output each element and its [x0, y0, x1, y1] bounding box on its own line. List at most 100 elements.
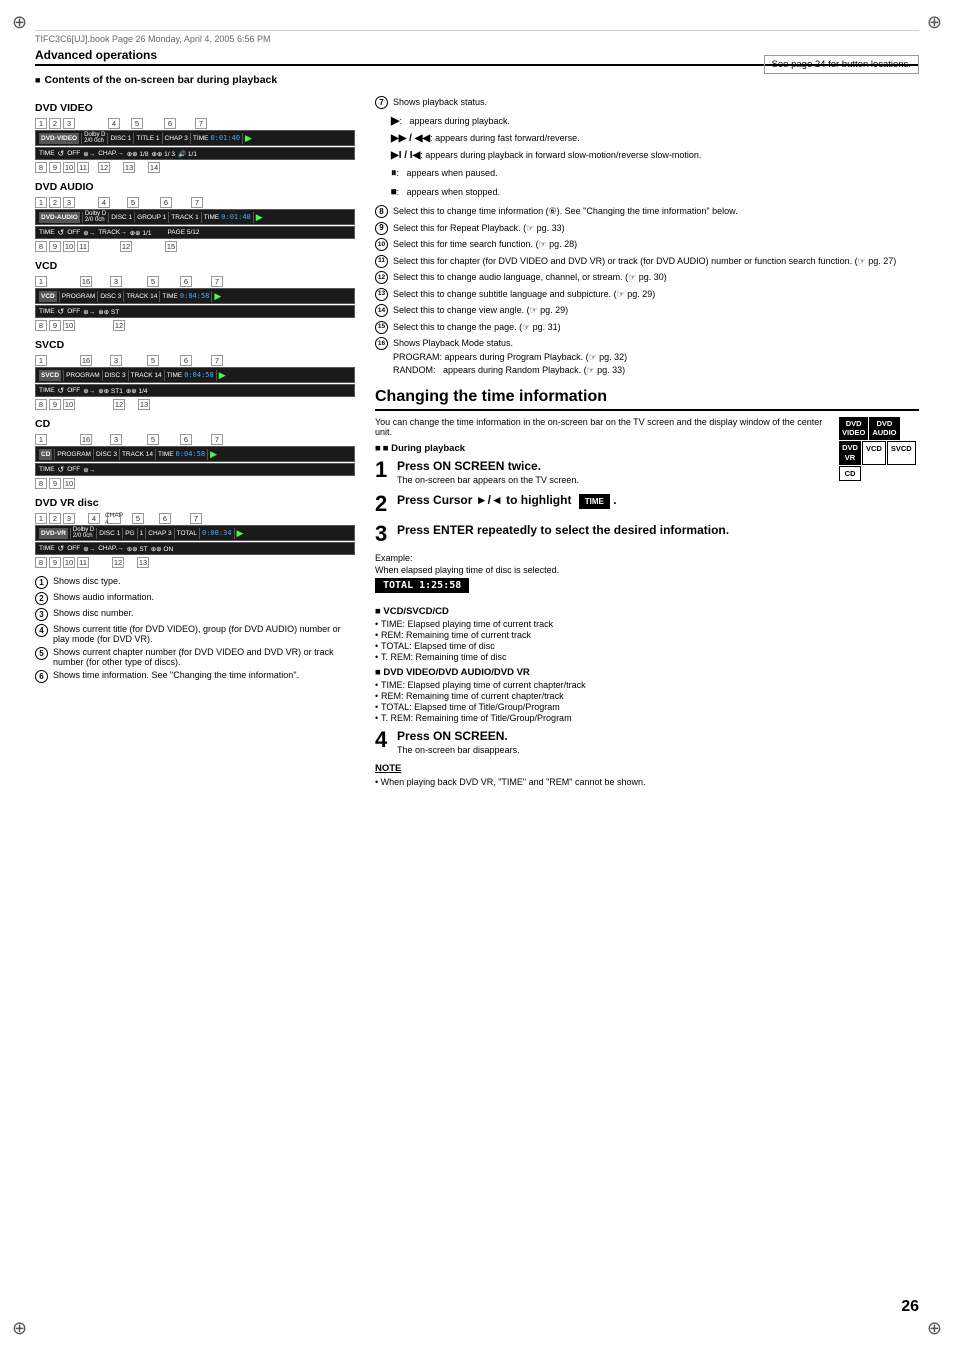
bot-num-9: 9: [49, 162, 61, 173]
legend-2: Shows audio information.: [53, 592, 154, 602]
badge-cd: CD: [839, 466, 861, 482]
dvd-video-label: DVD VIDEO: [35, 102, 355, 114]
right-column: 7 Shows playback status. ▶: appears duri…: [375, 96, 919, 787]
step-2-num: 2: [375, 493, 391, 515]
legend-10: Select this for time search function. (☞…: [393, 238, 577, 252]
corner-mark-br: ⊕: [927, 1318, 942, 1339]
step-3-content: Press ENTER repeatedly to select the des…: [397, 523, 919, 539]
vcd-bullet-1: TIME: Elapsed playing time of current tr…: [375, 619, 919, 629]
num-6: 6: [164, 118, 176, 129]
legend-13: Select this to change subtitle language …: [393, 288, 655, 302]
bot-num-12: 12: [98, 162, 110, 173]
cd-label: CD: [35, 418, 355, 430]
bot-num-14: 14: [148, 162, 160, 173]
legend-16: Shows Playback Mode status.PROGRAM: appe…: [393, 337, 627, 378]
page-file-header: TIFC3C6[UJ].book Page 26 Monday, April 4…: [35, 30, 919, 44]
corner-mark-bl: ⊕: [12, 1318, 27, 1339]
dvd-audio-label: DVD AUDIO: [35, 181, 355, 193]
step-2: 2 Press Cursor ►/◄ to highlight TIME .: [375, 493, 919, 515]
badge-vcd: VCD: [862, 441, 886, 465]
corner-mark-tr: ⊕: [927, 12, 942, 33]
page-number: 26: [901, 1298, 919, 1316]
changing-time-intro: You can change the time information in t…: [375, 417, 919, 437]
changing-time-title: Changing the time information: [375, 388, 919, 411]
vcd-bullets: TIME: Elapsed playing time of current tr…: [375, 619, 919, 662]
vcd-bullet-2: REM: Remaining time of current track: [375, 630, 919, 640]
bot-num-11: 11: [77, 162, 89, 173]
step-2-title: Press Cursor ►/◄ to highlight TIME .: [397, 493, 919, 509]
step-3-title: Press ENTER repeatedly to select the des…: [397, 523, 919, 537]
note-title: NOTE: [375, 763, 919, 774]
legend-7c: ▶I / I◀: appears during playback in forw…: [391, 148, 919, 163]
legend-6: Shows time information. See "Changing th…: [53, 670, 299, 680]
step-1: 1 Press ON SCREEN twice. The on-screen b…: [375, 459, 831, 485]
vcd-block: VCD 1 16 3 5 6 7 VCD PROGRA: [35, 260, 355, 331]
left-column: DVD VIDEO 1 2 3 4 5 6 7 DVD-VIDEO: [35, 96, 355, 787]
step-4-desc: The on-screen bar disappears.: [397, 745, 919, 755]
legend-5: Shows current chapter number (for DVD VI…: [53, 647, 355, 667]
step-1-num: 1: [375, 459, 391, 481]
dvd-bullet-3: TOTAL: Elapsed time of Title/Group/Progr…: [375, 702, 919, 712]
legend-right: 7 Shows playback status. ▶: appears duri…: [375, 96, 919, 378]
legend-7d: ⏸: appears when paused.: [391, 165, 919, 182]
corner-mark-tl: ⊕: [12, 12, 27, 33]
cd-block: CD 1 16 3 5 6 7 CD PROGRAM: [35, 418, 355, 489]
example-label: Example:: [375, 553, 919, 563]
dvd-bullet-1: TIME: Elapsed playing time of current ch…: [375, 680, 919, 690]
vcd-time-bar: TIME ↺ OFF ⊕→ ⊕⊕ ST: [35, 305, 355, 318]
step-4-num: 4: [375, 729, 391, 751]
dvd-video-main-bar: DVD-VIDEO Dolby D2/0 0ch DISC 1 TITLE 1 …: [35, 130, 355, 146]
example-desc: When elapsed playing time of disc is sel…: [375, 565, 919, 575]
example-section: Example: When elapsed playing time of di…: [375, 553, 919, 601]
cd-main-bar: CD PROGRAM DISC 3 TRACK 14 TIME 0:04:58 …: [35, 446, 355, 462]
legend-4: Shows current title (for DVD VIDEO), gro…: [53, 624, 355, 644]
legend-14: Select this to change view angle. (☞ pg.…: [393, 304, 568, 318]
during-playback-label: ■■ During playback: [375, 443, 831, 454]
vcd-section-title: ■ VCD/SVCD/CD: [375, 606, 919, 617]
dvd-section-title: ■ DVD VIDEO/DVD AUDIO/DVD VR: [375, 667, 919, 678]
legend-11: Select this for chapter (for DVD VIDEO a…: [393, 255, 896, 269]
badge-dvd-video: DVDVIDEO: [839, 417, 868, 441]
cd-time-bar: TIME ↺ OFF ⊕→: [35, 463, 355, 476]
svcd-block: SVCD 1 16 3 5 6 7 SVCD PROG: [35, 339, 355, 410]
dvd-vr-label: DVD VR disc: [35, 497, 355, 509]
vcd-label: VCD: [35, 260, 355, 272]
legend-1: Shows disc type.: [53, 576, 121, 586]
legend-12: Select this to change audio language, ch…: [393, 271, 667, 285]
step-4-title: Press ON SCREEN.: [397, 729, 919, 743]
svcd-main-bar: SVCD PROGRAM DISC 3 TRACK 14 TIME 0:04:5…: [35, 367, 355, 383]
legend-left: 1 Shows disc type. 2 Shows audio informa…: [35, 576, 355, 683]
dvd-info-section: ■ DVD VIDEO/DVD AUDIO/DVD VR TIME: Elaps…: [375, 667, 919, 723]
dvd-video-block: DVD VIDEO 1 2 3 4 5 6 7 DVD-VIDEO: [35, 102, 355, 173]
num-3: 3: [63, 118, 75, 129]
dvd-bullet-4: T. REM: Remaining time of Title/Group/Pr…: [375, 713, 919, 723]
time-highlight: TIME: [579, 494, 610, 509]
step-1-desc: The on-screen bar appears on the TV scre…: [397, 475, 831, 485]
vcd-info-section: ■ VCD/SVCD/CD TIME: Elapsed playing time…: [375, 606, 919, 662]
step-3-num: 3: [375, 523, 391, 545]
num-2: 2: [49, 118, 61, 129]
num-5: 5: [131, 118, 143, 129]
vcd-bullet-4: T. REM: Remaining time of disc: [375, 652, 919, 662]
bot-num-10: 10: [63, 162, 75, 173]
dvd-audio-block: DVD AUDIO 1 2 3 4 5 6 7 DVD-AUDIO: [35, 181, 355, 252]
legend-9: Select this for Repeat Playback. (☞ pg. …: [393, 222, 565, 236]
badge-dvd-audio: DVDAUDIO: [869, 417, 899, 441]
step-1-title: Press ON SCREEN twice.: [397, 459, 831, 473]
svcd-time-bar: TIME ↺ OFF ⊕→ ⊕⊕ ST1 ⊕⊕ 1/4: [35, 384, 355, 397]
legend-15: Select this to change the page. (☞ pg. 3…: [393, 321, 561, 335]
legend-7b: ▶▶ / ◀◀: appears during fast forward/rev…: [391, 131, 919, 146]
dvd-vr-time-bar: TIME ↺ OFF ⊕→ CHAP.→ ⊕⊕ ST ⊕⊕ ON: [35, 542, 355, 555]
num-1: 1: [35, 118, 47, 129]
step-3: 3 Press ENTER repeatedly to select the d…: [375, 523, 919, 545]
total-display: TOTAL 1:25:58: [375, 578, 469, 593]
dvd-vr-block: DVD VR disc 1 2 3 4 CHAP # 5 6 7: [35, 497, 355, 568]
num-4: 4: [108, 118, 120, 129]
dvd-bullet-2: REM: Remaining time of current chapter/t…: [375, 691, 919, 701]
step-4: 4 Press ON SCREEN. The on-screen bar dis…: [375, 729, 919, 755]
disc-badges: DVDVIDEO DVDAUDIO DVDVR VCD SVCD CD: [839, 417, 919, 482]
vcd-bullet-3: TOTAL: Elapsed time of disc: [375, 641, 919, 651]
top-note: See page 24 for button locations.: [764, 55, 919, 74]
legend-7: Shows playback status.: [393, 96, 487, 110]
onscreen-bar-subtitle: Contents of the on-screen bar during pla…: [35, 74, 919, 86]
